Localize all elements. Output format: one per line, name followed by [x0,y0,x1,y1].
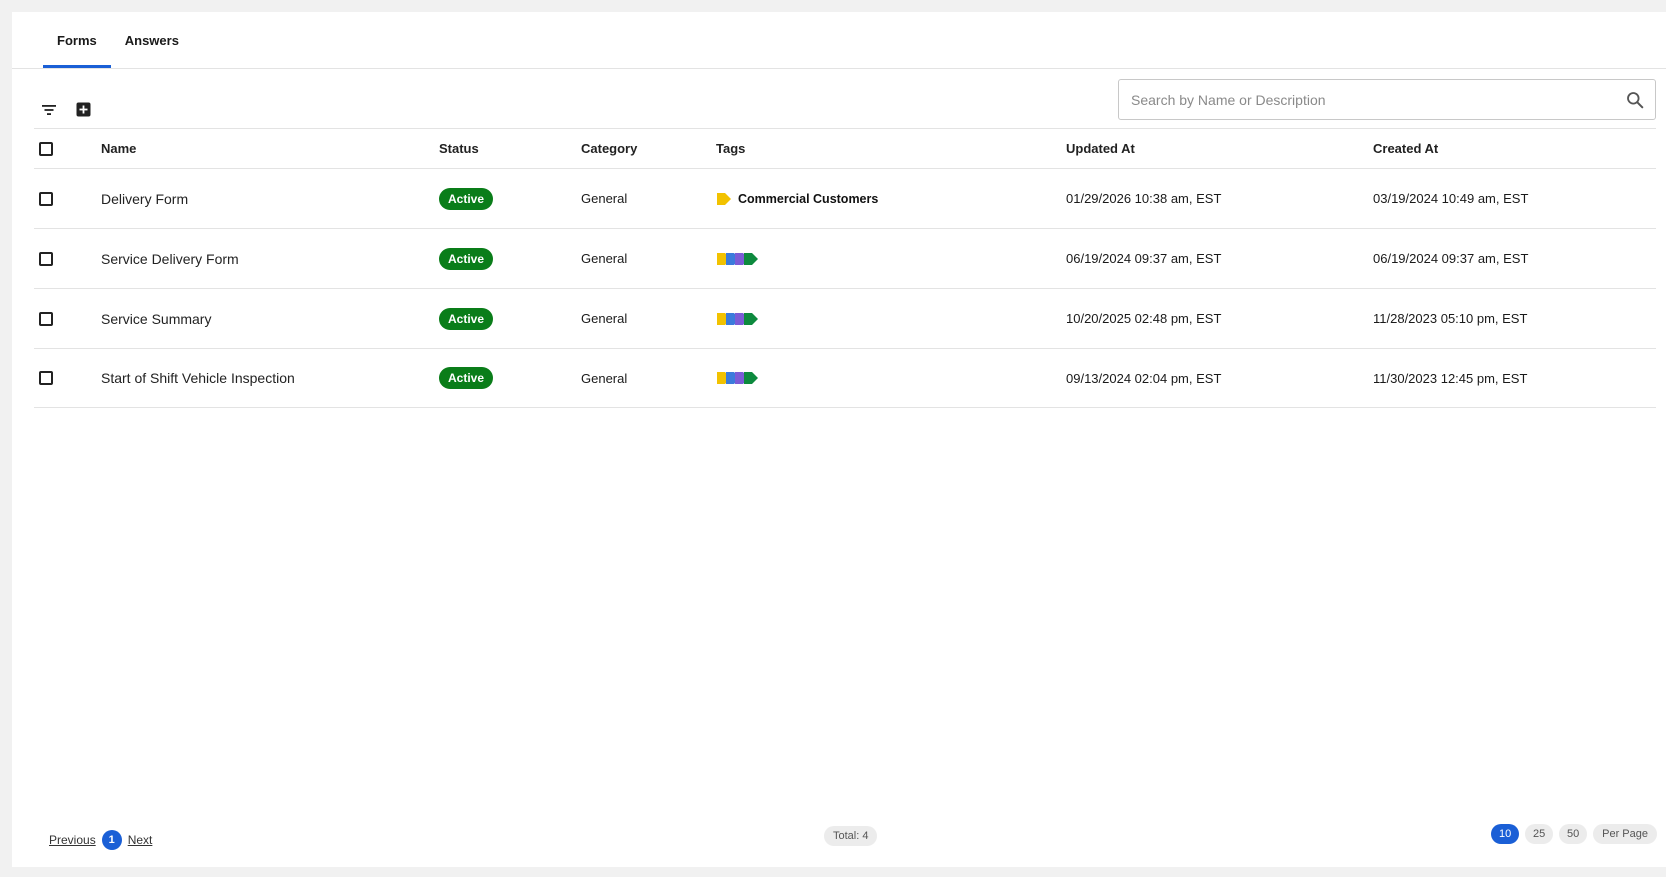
column-header-name[interactable]: Name [101,129,136,168]
tab-bar: Forms Answers [43,12,193,68]
previous-page-link[interactable]: Previous [49,833,96,847]
form-name[interactable]: Start of Shift Vehicle Inspection [101,349,295,407]
table-row[interactable]: Delivery Form Active General Commercial … [34,168,1656,228]
column-header-created-at[interactable]: Created At [1373,129,1438,168]
tabs-divider [12,68,1666,69]
total-count-badge: Total: 4 [824,826,878,846]
tag-icon [717,192,731,205]
tag-icon [744,312,758,325]
status-badge: Active [439,247,494,270]
per-page-label: Per Page [1593,824,1657,844]
created-at: 11/28/2023 05:10 pm, EST [1373,311,1528,326]
updated-at: 06/19/2024 09:37 am, EST [1066,251,1222,266]
column-header-status[interactable]: Status [439,129,479,168]
forms-panel: Forms Answers Name Status [12,12,1666,867]
tag-stack [716,312,758,326]
tab-forms[interactable]: Forms [43,12,111,68]
table-row[interactable]: Start of Shift Vehicle Inspection Active… [34,348,1656,408]
form-category: General [581,370,628,386]
row-checkbox[interactable] [39,371,53,385]
filter-icon[interactable] [38,99,60,121]
tag-stack [716,252,758,266]
add-box-icon[interactable] [72,98,94,120]
column-header-tags[interactable]: Tags [716,129,745,168]
status-badge: Active [439,367,494,389]
created-at: 03/19/2024 10:49 am, EST [1373,191,1529,206]
row-checkbox[interactable] [39,251,53,266]
per-page-option-50[interactable]: 50 [1559,824,1588,844]
form-name[interactable]: Delivery Form [101,169,188,228]
form-category: General [581,311,628,326]
updated-at: 09/13/2024 02:04 pm, EST [1066,370,1222,386]
tag-label: Commercial Customers [738,191,879,206]
tags-cell[interactable] [716,289,758,348]
table-row[interactable]: Service Delivery Form Active General 06/… [34,228,1656,288]
forms-table: Name Status Category Tags Updated At Cre… [34,128,1656,408]
tag-stack [716,371,758,385]
updated-at: 10/20/2025 02:48 pm, EST [1066,311,1222,326]
column-header-category[interactable]: Category [581,129,637,168]
tag-icon [744,252,758,265]
form-category: General [581,251,628,266]
table-row[interactable]: Service Summary Active General 10/20/202… [34,288,1656,348]
pagination: Previous 1 Next [49,830,152,850]
row-checkbox[interactable] [39,191,53,206]
form-name[interactable]: Service Delivery Form [101,229,239,288]
tags-cell[interactable]: Commercial Customers [716,169,878,228]
column-header-updated-at[interactable]: Updated At [1066,129,1135,168]
created-at: 11/30/2023 12:45 pm, EST [1373,370,1528,386]
updated-at: 01/29/2026 10:38 am, EST [1066,191,1222,206]
tags-cell[interactable] [716,229,758,288]
search-icon[interactable] [1615,80,1655,119]
search-box [1118,79,1656,120]
created-at: 06/19/2024 09:37 am, EST [1373,251,1529,266]
per-page-option-10[interactable]: 10 [1491,824,1520,844]
tags-cell[interactable] [716,349,758,407]
table-header-row: Name Status Category Tags Updated At Cre… [34,128,1656,168]
tab-answers[interactable]: Answers [111,12,193,68]
form-name[interactable]: Service Summary [101,289,211,348]
form-category: General [581,191,628,206]
per-page-selector: 10 25 50 Per Page [1491,824,1657,844]
status-badge: Active [439,187,494,210]
per-page-option-25[interactable]: 25 [1525,824,1554,844]
status-badge: Active [439,307,494,330]
page-number-current[interactable]: 1 [101,830,122,850]
tag-icon [744,372,758,384]
select-all-checkbox[interactable] [39,141,53,156]
next-page-link[interactable]: Next [128,833,153,847]
search-input[interactable] [1119,80,1615,119]
row-checkbox[interactable] [39,311,53,326]
